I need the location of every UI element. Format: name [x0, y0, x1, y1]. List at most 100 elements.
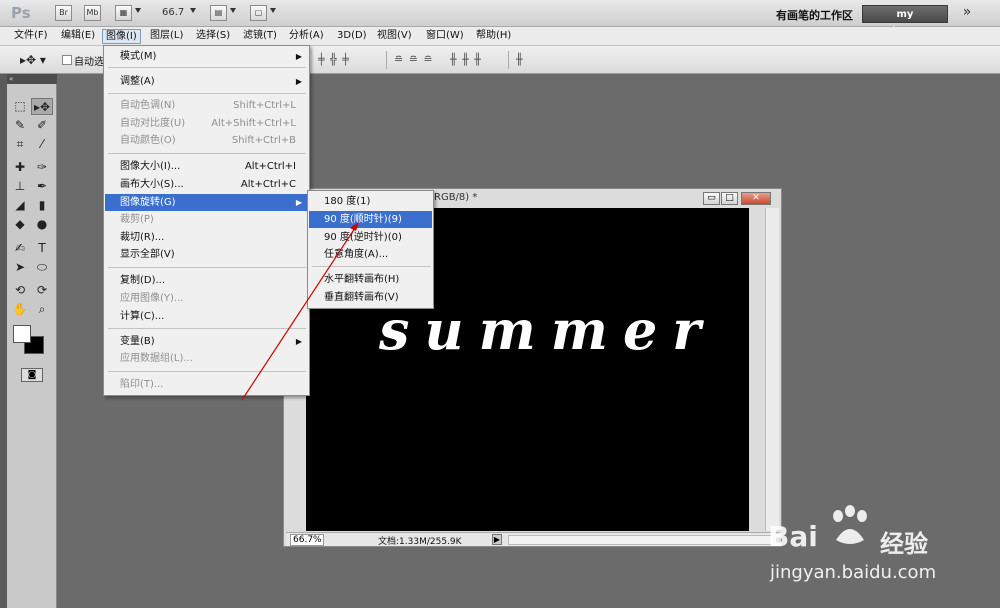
toolbox: « ⬚ ▸✥ ✎ ✐ ⌗ ⁄ ✚ ✑ ⊥ ✒ ◢ ▮ ◆ ● ✍ T ➤ ⬭ ⟲…: [7, 74, 57, 608]
rotate-90-cw-item[interactable]: 90 度(顺时针)(9): [309, 211, 432, 228]
menu-item-duplicate[interactable]: 复制(D)...: [105, 272, 308, 289]
healing-brush-tool-icon[interactable]: ✚: [9, 159, 31, 176]
flip-vertical-item[interactable]: 垂直翻转画布(V): [309, 289, 432, 306]
menu-bar: 文件(F) 编辑(E) 图像(I) 图层(L) 选择(S) 滤镜(T) 分析(A…: [0, 27, 1000, 46]
eyedropper-tool-icon[interactable]: ⁄: [31, 136, 53, 153]
brush-tool-icon[interactable]: ✑: [31, 159, 53, 176]
crop-tool-icon[interactable]: ⌗: [9, 136, 31, 153]
auto-select-checkbox[interactable]: [62, 55, 72, 65]
menu-item-label: 变量(B): [120, 336, 155, 347]
watermark-url: jingyan.baidu.com: [770, 562, 937, 583]
menu-item-label: 图像旋转(G): [120, 197, 176, 208]
marquee-tool-icon[interactable]: ⬚: [9, 98, 31, 115]
horizontal-scrollbar[interactable]: [508, 535, 774, 545]
menu-3d[interactable]: 3D(D): [334, 29, 370, 44]
menu-window[interactable]: 窗口(W): [423, 29, 467, 44]
menu-image[interactable]: 图像(I): [102, 29, 141, 44]
auto-align-icon[interactable]: ╫: [516, 53, 524, 66]
3d-orbit-tool-icon[interactable]: ⟳: [31, 282, 53, 299]
workspace-button[interactable]: my workspace1: [862, 5, 948, 37]
document-size-info: 文档:1.33M/255.9K: [378, 537, 462, 547]
menu-item-canvas-size[interactable]: 画布大小(S)... Alt+Ctrl+C: [105, 176, 308, 193]
application-bar: Ps Br Mb ▦ 66.7 ▤ ▢ 有画笔的工作区 my workspace…: [0, 0, 1000, 37]
gradient-tool-icon[interactable]: ▮: [31, 197, 53, 214]
align-icons[interactable]: ╪ ╬ ╪: [318, 53, 350, 66]
divider: [508, 51, 509, 69]
menu-select[interactable]: 选择(S): [193, 29, 233, 44]
maximize-icon[interactable]: □: [721, 192, 738, 205]
view-extras-icon[interactable]: ▦: [115, 5, 132, 21]
menu-item-auto-contrast: 自动对比度(U) Alt+Shift+Ctrl+L: [105, 115, 308, 132]
menu-file[interactable]: 文件(F): [11, 29, 51, 44]
menu-item-adjustments[interactable]: 调整(A) ▶: [105, 73, 308, 90]
distribute-vertical-icons[interactable]: ≘ ≘ ≘: [394, 53, 434, 66]
menu-filter[interactable]: 滤镜(T): [240, 29, 280, 44]
zoom-tool-icon[interactable]: ⌕: [31, 301, 53, 318]
chevron-down-icon[interactable]: [135, 8, 141, 13]
document-title[interactable]: RGB/8) *: [434, 192, 477, 203]
zoom-level[interactable]: 66.7: [162, 7, 184, 18]
move-tool-icon[interactable]: ▸✥: [31, 98, 53, 115]
menu-item-label: 自动对比度(U): [120, 118, 186, 129]
blur-tool-icon[interactable]: ◆: [9, 216, 31, 233]
quick-select-tool-icon[interactable]: ✐: [31, 117, 53, 134]
status-menu-arrow-icon[interactable]: ▶: [492, 534, 502, 545]
menu-item-apply-data-set: 应用数据组(L)...: [105, 350, 308, 367]
menu-item-image-size[interactable]: 图像大小(I)... Alt+Ctrl+I: [105, 158, 308, 175]
close-icon[interactable]: ✕: [741, 192, 771, 205]
menu-edit[interactable]: 编辑(E): [58, 29, 98, 44]
menu-item-label: 应用图像(Y)...: [120, 293, 184, 304]
menu-help[interactable]: 帮助(H): [473, 29, 514, 44]
workspace-label[interactable]: 有画笔的工作区: [776, 7, 853, 23]
chevron-down-icon[interactable]: [270, 8, 276, 13]
rotate-arbitrary-item[interactable]: 任意角度(A)...: [309, 246, 432, 263]
minimize-icon[interactable]: ▭: [703, 192, 720, 205]
menu-item-label: 应用数据组(L)...: [120, 353, 193, 364]
type-tool-icon[interactable]: T: [31, 240, 53, 257]
menu-item-mode[interactable]: 模式(M) ▶: [105, 48, 308, 65]
lasso-tool-icon[interactable]: ✎: [9, 117, 31, 134]
3d-rotate-tool-icon[interactable]: ⟲: [9, 282, 31, 299]
menu-view[interactable]: 视图(V): [374, 29, 415, 44]
menu-item-label: 模式(M): [120, 51, 157, 62]
menu-item-label: 显示全部(V): [120, 249, 175, 260]
path-select-tool-icon[interactable]: ➤: [9, 259, 31, 276]
shape-tool-icon[interactable]: ⬭: [31, 259, 53, 276]
menu-item-shortcut: Alt+Ctrl+I: [244, 161, 296, 172]
toolbox-collapse-icon[interactable]: «: [7, 74, 57, 84]
menu-item-label: 自动色调(N): [120, 100, 176, 111]
quick-mask-icon[interactable]: ◙: [21, 368, 43, 382]
arrange-documents-icon[interactable]: ▤: [210, 5, 227, 21]
dodge-tool-icon[interactable]: ●: [31, 216, 53, 233]
screen-mode-icon[interactable]: ▢: [250, 5, 267, 21]
menu-layer[interactable]: 图层(L): [147, 29, 186, 44]
history-brush-tool-icon[interactable]: ✒: [31, 178, 53, 195]
auto-select-label: 自动选: [74, 57, 104, 68]
mini-bridge-button[interactable]: Mb: [84, 5, 101, 21]
rotate-90-ccw-item[interactable]: 90 度(逆时针)(0): [309, 229, 432, 246]
distribute-horizontal-icons[interactable]: ╫ ╫ ╫: [450, 53, 482, 66]
menu-item-trim[interactable]: 裁切(R)...: [105, 229, 308, 246]
menu-item-image-rotation[interactable]: 图像旋转(G) ▶: [105, 194, 308, 211]
hand-tool-icon[interactable]: ✋: [9, 301, 31, 318]
eraser-tool-icon[interactable]: ◢: [9, 197, 31, 214]
flip-horizontal-item[interactable]: 水平翻转画布(H): [309, 271, 432, 288]
bridge-button[interactable]: Br: [55, 5, 72, 21]
status-zoom-field[interactable]: 66.7%: [290, 534, 324, 546]
rotate-180-item[interactable]: 180 度(1): [309, 193, 432, 210]
menu-analysis[interactable]: 分析(A): [286, 29, 327, 44]
menu-separator: [108, 153, 306, 154]
more-workspaces-icon[interactable]: »: [956, 4, 978, 24]
chevron-down-icon[interactable]: [190, 8, 196, 13]
move-tool-preset-icon[interactable]: ▸✥ ▾: [20, 53, 46, 67]
menu-item-variables[interactable]: 变量(B) ▶: [105, 333, 308, 350]
chevron-down-icon[interactable]: [230, 8, 236, 13]
submenu-arrow-icon: ▶: [295, 337, 302, 346]
menu-item-trap: 陷印(T)...: [105, 376, 308, 393]
foreground-color-swatch[interactable]: [13, 325, 31, 343]
vertical-scrollbar[interactable]: [765, 208, 779, 531]
menu-item-reveal-all[interactable]: 显示全部(V): [105, 246, 308, 263]
menu-item-calculations[interactable]: 计算(C)...: [105, 308, 308, 325]
pen-tool-icon[interactable]: ✍: [9, 240, 31, 257]
clone-stamp-tool-icon[interactable]: ⊥: [9, 178, 31, 195]
